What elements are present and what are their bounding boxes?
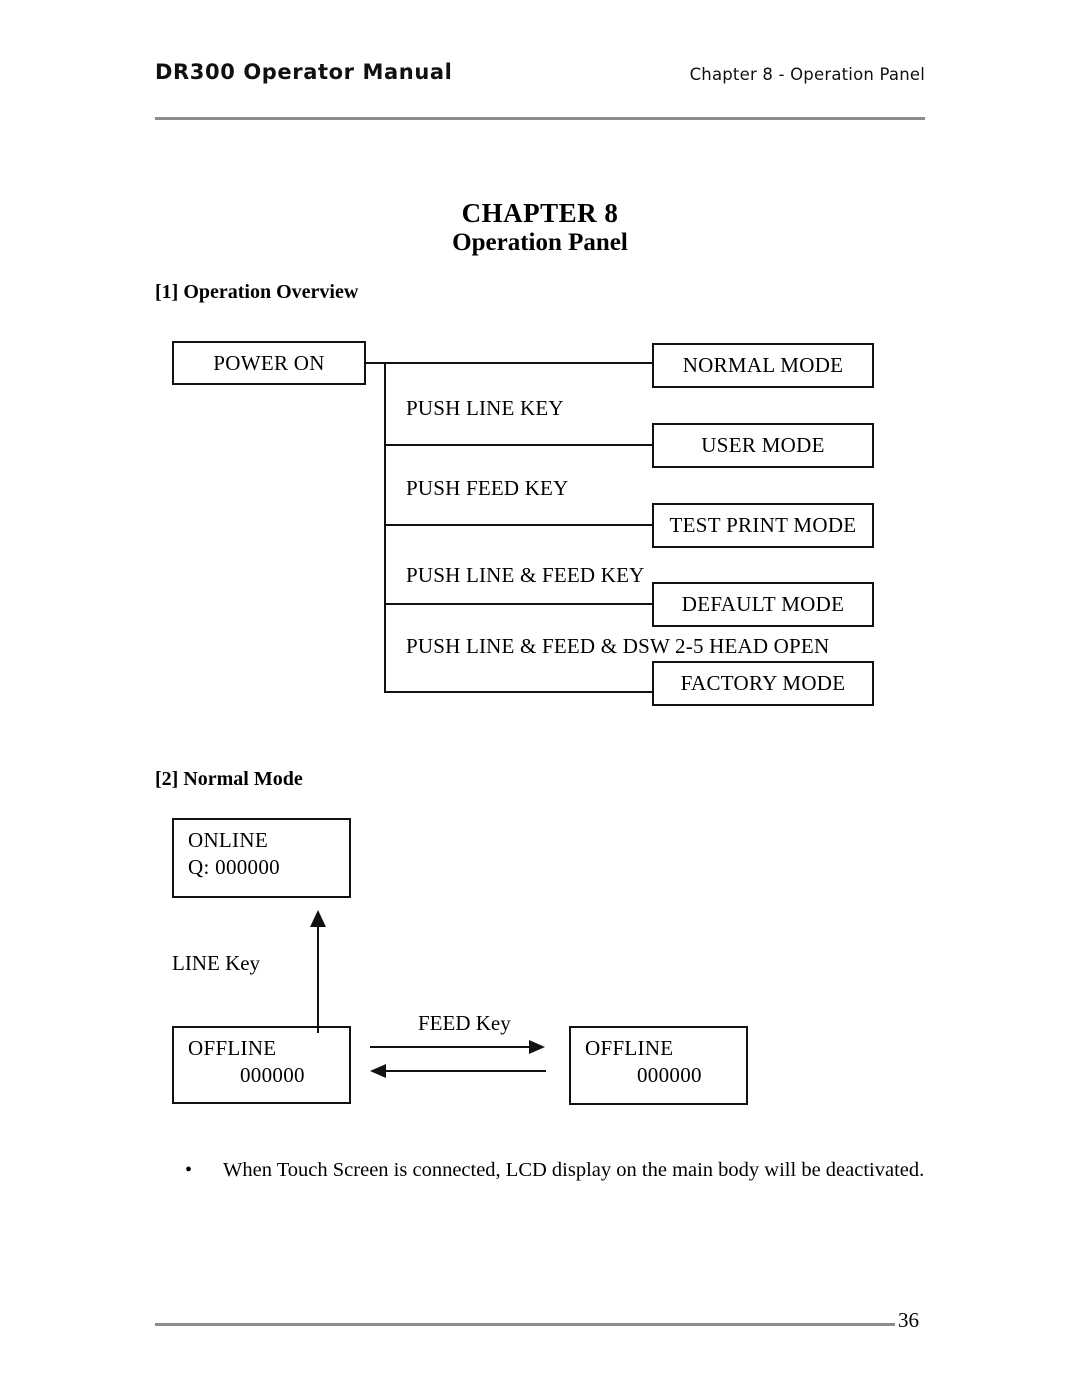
note-block: • When Touch Screen is connected, LCD di… [185,1155,925,1185]
lcd-offline-right-line2: 000000 [637,1063,702,1087]
flow-box-power-on: POWER ON [172,341,366,385]
arrow-right-shaft-feed-key [370,1046,532,1048]
flow-box-test-print-mode: TEST PRINT MODE [652,503,874,548]
connector-power-to-normal [366,362,654,364]
flow-label-push-line-key: PUSH LINE KEY [406,396,564,420]
connector-branch-default [384,603,654,605]
flow-label-feed-key: FEED Key [418,1011,511,1035]
flow-label-push-line-feed-key: PUSH LINE & FEED KEY [406,563,645,587]
lcd-box-offline-right: OFFLINE 000000 [569,1026,748,1105]
chapter-name-title: Operation Panel [452,229,628,256]
lcd-online-line1: ONLINE [188,828,268,852]
page-number: 36 [898,1308,919,1332]
connector-branch-test-print [384,524,654,526]
flow-label-line-key: LINE Key [172,951,261,975]
chapter-breadcrumb: Chapter 8 - Operation Panel [689,65,925,84]
section-heading-normal-mode: [2] Normal Mode [155,768,303,790]
connector-branch-user [384,444,654,446]
page-header: DR300 Operator Manual Chapter 8 - Operat… [155,60,925,102]
flow-box-factory-mode: FACTORY MODE [652,661,874,706]
arrow-left-icon-feed-key [370,1064,386,1078]
flow-box-default-mode: DEFAULT MODE [652,582,874,627]
note-text: When Touch Screen is connected, LCD disp… [223,1159,925,1181]
arrow-right-icon-feed-key [529,1040,545,1054]
arrow-up-shaft-line-key [317,925,319,1033]
manual-title: DR300 Operator Manual [155,60,453,84]
arrow-up-icon-line-key [310,910,326,927]
chapter-number-title: CHAPTER 8 [461,198,619,228]
connector-trunk-vertical [384,362,386,692]
lcd-offline-right-line1: OFFLINE [585,1036,674,1060]
footer-divider [155,1323,895,1326]
lcd-offline-left-line1: OFFLINE [188,1036,277,1060]
flow-box-normal-mode: NORMAL MODE [652,343,874,388]
flow-label-push-feed-key: PUSH FEED KEY [406,476,569,500]
lcd-box-online: ONLINE Q: 000000 [172,818,351,898]
lcd-box-offline-left: OFFLINE 000000 [172,1026,351,1104]
lcd-offline-left-line2: 000000 [240,1063,305,1087]
flow-box-user-mode: USER MODE [652,423,874,468]
bullet-icon: • [185,1159,193,1181]
connector-branch-factory [384,691,654,693]
flow-label-push-line-feed-dsw: PUSH LINE & FEED & DSW 2-5 HEAD OPEN [406,634,830,658]
lcd-online-line2: Q: 000000 [188,855,280,879]
header-divider [155,117,925,120]
arrow-left-shaft-feed-key [386,1070,546,1072]
section-heading-operation-overview: [1] Operation Overview [155,281,359,303]
